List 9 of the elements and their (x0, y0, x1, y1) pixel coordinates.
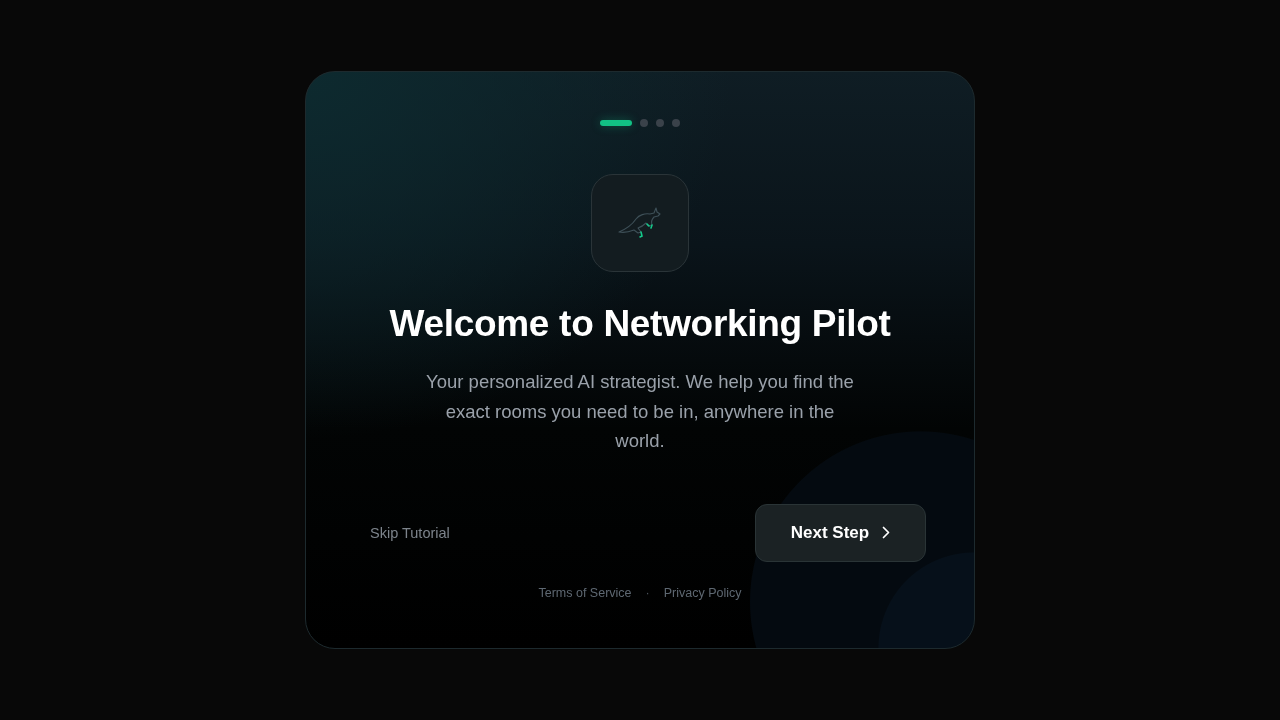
next-step-button[interactable]: Next Step (755, 503, 926, 562)
kangaroo-logo-icon (591, 174, 689, 272)
welcome-heading: Welcome to Networking Pilot (389, 302, 891, 346)
footer-link[interactable]: Privacy Policy (663, 584, 742, 601)
chevron-right-icon (882, 526, 891, 539)
footer-link[interactable]: Terms of Service (538, 584, 632, 601)
skip-tutorial-button[interactable]: Skip Tutorial (354, 516, 466, 549)
separator-dot: · (645, 584, 650, 601)
intro-text: Your personalized AI strategist. We help you find the exact rooms you need to be in, anywhere in the world. (425, 370, 855, 453)
